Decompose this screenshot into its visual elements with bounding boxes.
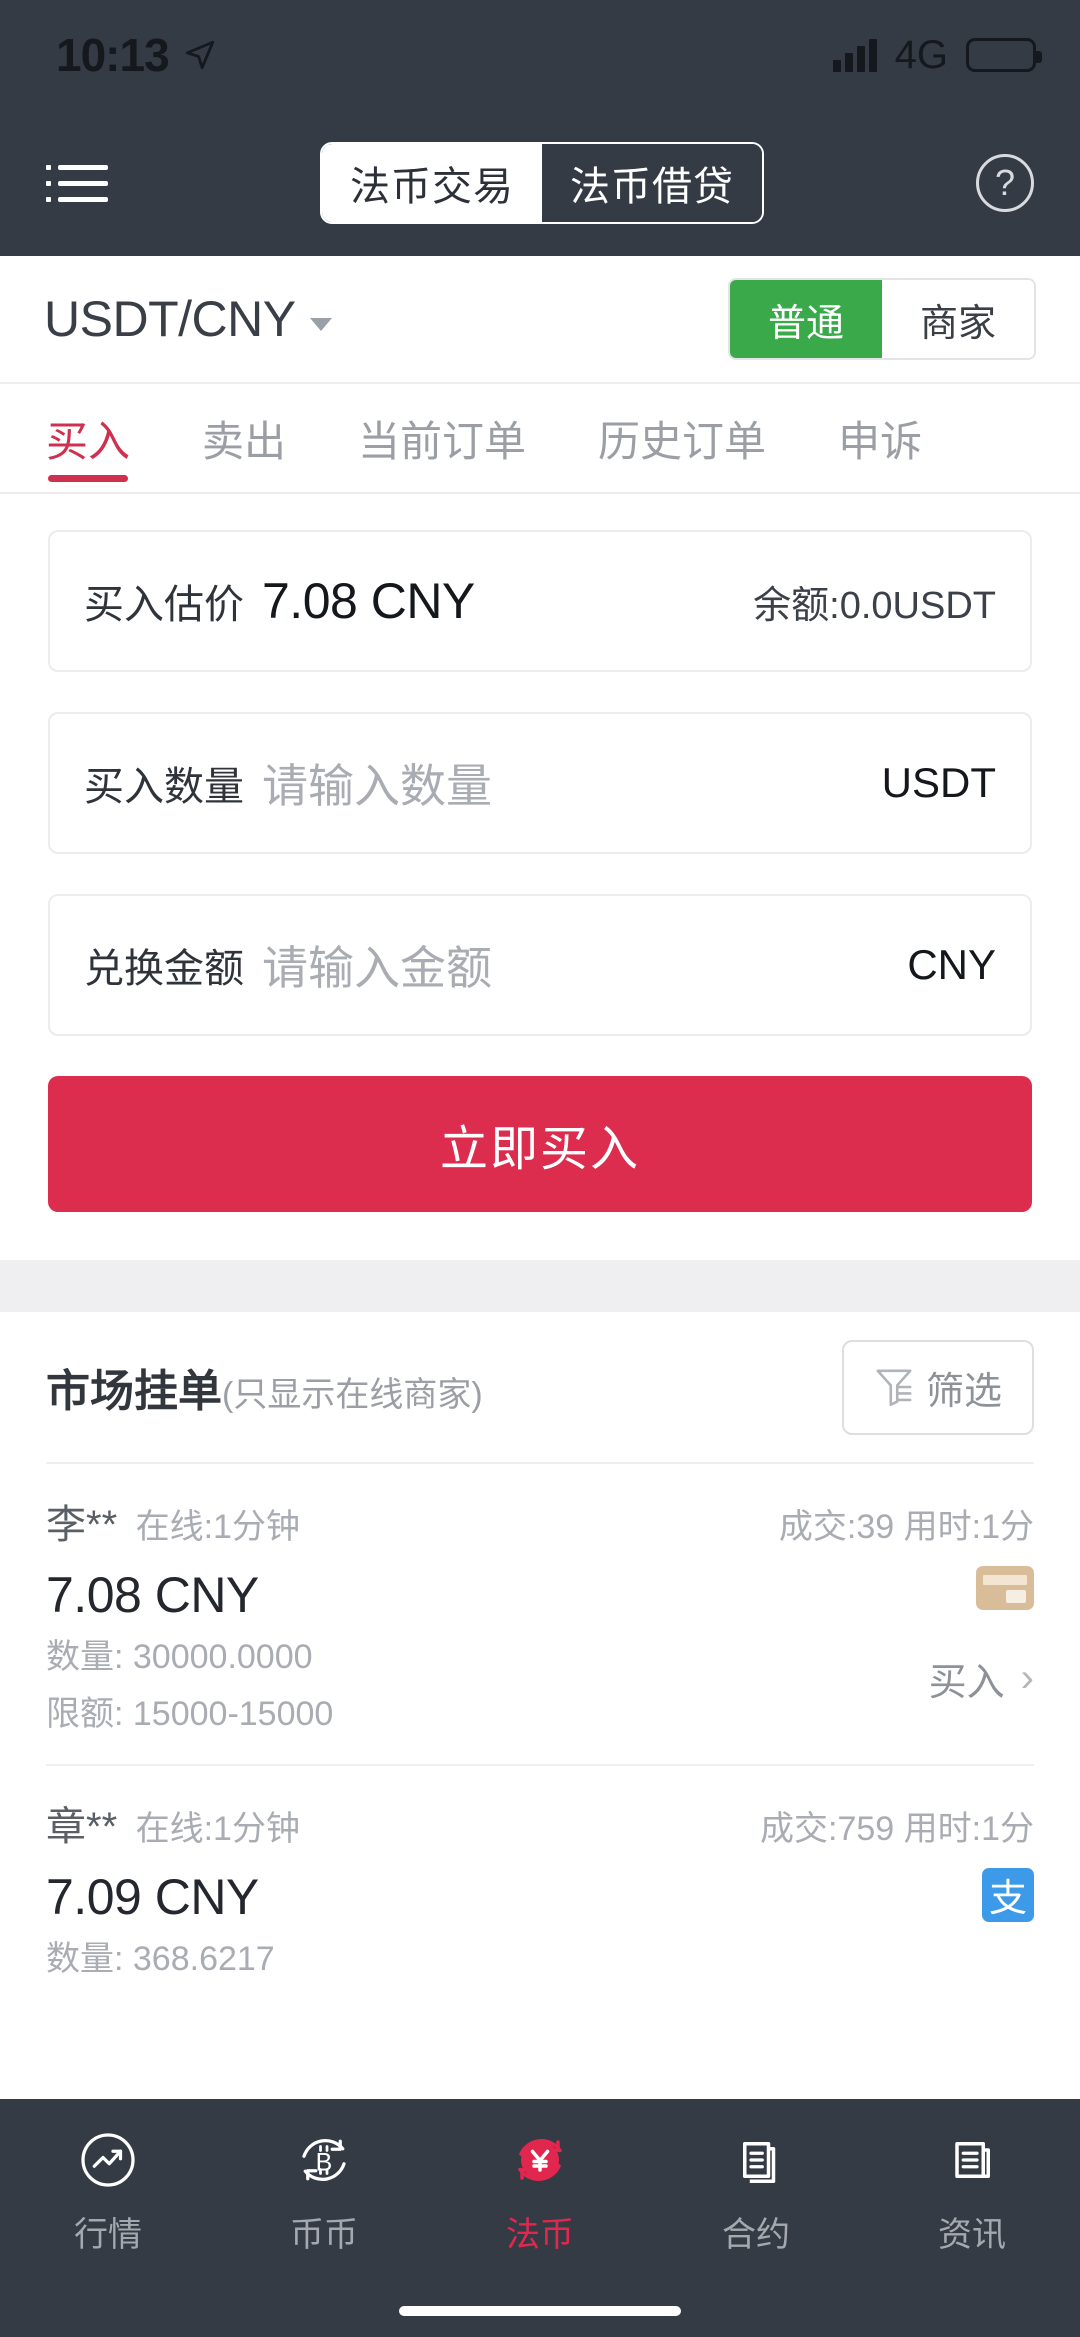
- tab-history-orders[interactable]: 历史订单: [598, 384, 766, 492]
- help-circle-icon[interactable]: ?: [976, 154, 1034, 212]
- merchant-stats: 成交:39 用时:1分: [778, 1508, 1034, 1546]
- estimated-price-row: 买入估价 7.08 CNY 余额:0.0USDT: [48, 530, 1032, 672]
- status-bar-left: 10:13: [56, 28, 217, 82]
- row-amount: 数量: 368.6217: [46, 1939, 275, 1978]
- row-buy-label: 买入: [928, 1662, 1005, 1704]
- status-time: 10:13: [56, 29, 170, 81]
- status-bar: 10:13 4G: [0, 0, 1080, 110]
- row-actions: 支: [982, 1867, 1034, 2008]
- chevron-down-icon: [309, 317, 332, 331]
- nav-item-market[interactable]: 行情: [0, 2129, 216, 2256]
- nav-label-fiat: 法币: [506, 2215, 574, 2254]
- nav-label-spot: 币币: [290, 2215, 358, 2254]
- row-price-block: 7.09 CNY 数量: 368.6217: [46, 1868, 982, 1983]
- tab-buy[interactable]: 买入: [46, 384, 130, 492]
- fiat-amount-label: 兑换金额: [84, 947, 244, 991]
- buy-form: 买入估价 7.08 CNY 余额:0.0USDT 买入数量 请输入数量 USDT…: [0, 494, 1080, 1212]
- home-indicator[interactable]: [399, 2306, 681, 2316]
- buy-now-button[interactable]: 立即买入: [48, 1076, 1032, 1212]
- market-subtitle: (只显示在线商家): [222, 1376, 483, 1414]
- market-trend-icon: [77, 2129, 139, 2191]
- fiat-amount-row[interactable]: 兑换金额 请输入金额 CNY: [48, 894, 1032, 1036]
- bank-card-icon: [976, 1566, 1034, 1610]
- nav-item-contract[interactable]: 合约: [648, 2129, 864, 2256]
- top-nav-bar: 法币交易 法币借贷 ?: [0, 110, 1080, 256]
- market-title: 市场挂单: [46, 1367, 222, 1416]
- battery-icon: [966, 38, 1042, 72]
- mode-merchant[interactable]: 商家: [882, 280, 1034, 358]
- row-price: 7.08 CNY: [46, 1567, 259, 1623]
- merchant-stats: 成交:759 用时:1分: [760, 1809, 1034, 1848]
- buy-amount-input[interactable]: 请输入数量: [262, 750, 882, 816]
- pair-selector[interactable]: USDT/CNY: [44, 290, 332, 348]
- chevron-right-icon: ›: [1020, 1656, 1034, 1700]
- estimated-price-label: 买入估价: [84, 583, 244, 627]
- bitcoin-exchange-icon: B: [293, 2129, 355, 2191]
- filter-button[interactable]: 筛选: [841, 1339, 1034, 1435]
- segment-fiat-loan[interactable]: 法币借贷: [542, 144, 762, 222]
- news-doc-icon: [941, 2129, 1003, 2191]
- network-type: 4G: [894, 32, 948, 77]
- market-orders-header: 市场挂单 (只显示在线商家) 筛选: [0, 1312, 1080, 1462]
- row-buy-button[interactable]: 买入 ›: [929, 1651, 1034, 1706]
- nav-item-news[interactable]: 资讯: [864, 2129, 1080, 2256]
- status-bar-right: 4G: [832, 32, 1042, 78]
- merchant-info: 李** 在线:1分钟: [46, 1492, 300, 1550]
- merchant-info: 章** 在线:1分钟: [46, 1794, 300, 1852]
- nav-label-market: 行情: [74, 2215, 142, 2254]
- user-mode-toggle[interactable]: 普通 商家: [728, 278, 1036, 360]
- mode-normal[interactable]: 普通: [730, 280, 882, 358]
- row-amount: 数量: 30000.0000: [46, 1638, 313, 1676]
- segment-fiat-trade[interactable]: 法币交易: [322, 144, 542, 222]
- tab-appeal[interactable]: 申诉: [838, 384, 922, 492]
- table-row[interactable]: 李** 在线:1分钟 成交:39 用时:1分 7.08 CNY 数量: 3000…: [46, 1462, 1034, 1764]
- bottom-nav-items: 行情 B 币币 法币 合约 资讯: [0, 2099, 1080, 2285]
- buy-amount-label: 买入数量: [84, 765, 244, 809]
- row-actions: 买入 ›: [929, 1566, 1034, 1706]
- trade-mode-segmented-control[interactable]: 法币交易 法币借贷: [320, 142, 764, 224]
- fiat-amount-unit: CNY: [907, 941, 996, 988]
- home-indicator-area: [0, 2285, 1080, 2337]
- location-arrow-icon: [185, 40, 214, 70]
- tab-current-orders[interactable]: 当前订单: [358, 384, 526, 492]
- nav-item-spot[interactable]: B 币币: [216, 2129, 432, 2256]
- row-body: 7.08 CNY 数量: 30000.0000 限额: 15000-15000 …: [46, 1566, 1034, 1738]
- market-order-list: 李** 在线:1分钟 成交:39 用时:1分 7.08 CNY 数量: 3000…: [0, 1462, 1080, 2034]
- balance-text: 余额:0.0USDT: [753, 584, 996, 627]
- funnel-icon: [876, 1369, 912, 1407]
- row-limit: 限额: 15000-15000: [46, 1694, 334, 1733]
- contract-doc-icon: [725, 2129, 787, 2191]
- row-price-block: 7.08 CNY 数量: 30000.0000 限额: 15000-15000: [46, 1566, 929, 1738]
- fiat-amount-input[interactable]: 请输入金额: [262, 932, 907, 998]
- pair-name: USDT/CNY: [44, 291, 296, 347]
- filter-label: 筛选: [925, 1370, 1002, 1413]
- row-header: 章** 在线:1分钟 成交:759 用时:1分: [46, 1794, 1034, 1852]
- market-title-group: 市场挂单 (只显示在线商家): [46, 1355, 483, 1419]
- section-divider: [0, 1260, 1080, 1312]
- buy-amount-unit: USDT: [881, 759, 996, 806]
- alipay-icon: 支: [982, 1867, 1034, 1922]
- nav-label-news: 资讯: [938, 2215, 1006, 2254]
- merchant-online: 在线:1分钟: [135, 1809, 300, 1848]
- signal-bars-icon: [832, 38, 877, 72]
- nav-item-fiat[interactable]: 法币: [432, 2129, 648, 2256]
- svg-text:B: B: [316, 2148, 333, 2176]
- row-header: 李** 在线:1分钟 成交:39 用时:1分: [46, 1492, 1034, 1550]
- merchant-online: 在线:1分钟: [135, 1508, 300, 1546]
- merchant-name: 李**: [46, 1503, 118, 1547]
- app-screen: 10:13 4G 法币交易 法币借贷 ? USDT/CNY 普通 商家 买入 卖…: [0, 0, 1080, 2337]
- row-body: 7.09 CNY 数量: 368.6217 支: [46, 1867, 1034, 2008]
- list-menu-icon[interactable]: [46, 164, 108, 202]
- estimated-price-value: 7.08 CNY: [262, 573, 475, 629]
- pair-selector-row: USDT/CNY 普通 商家: [0, 256, 1080, 384]
- bottom-nav-bar: 行情 B 币币 法币 合约 资讯: [0, 2099, 1080, 2337]
- fiat-yuan-icon: [509, 2129, 571, 2191]
- nav-label-contract: 合约: [722, 2215, 790, 2254]
- table-row[interactable]: 章** 在线:1分钟 成交:759 用时:1分 7.09 CNY 数量: 368…: [46, 1763, 1034, 2034]
- row-price: 7.09 CNY: [46, 1868, 259, 1925]
- buy-amount-row[interactable]: 买入数量 请输入数量 USDT: [48, 712, 1032, 854]
- merchant-name: 章**: [46, 1804, 118, 1849]
- section-tabs: 买入 卖出 当前订单 历史订单 申诉: [0, 384, 1080, 494]
- tab-sell[interactable]: 卖出: [202, 384, 286, 492]
